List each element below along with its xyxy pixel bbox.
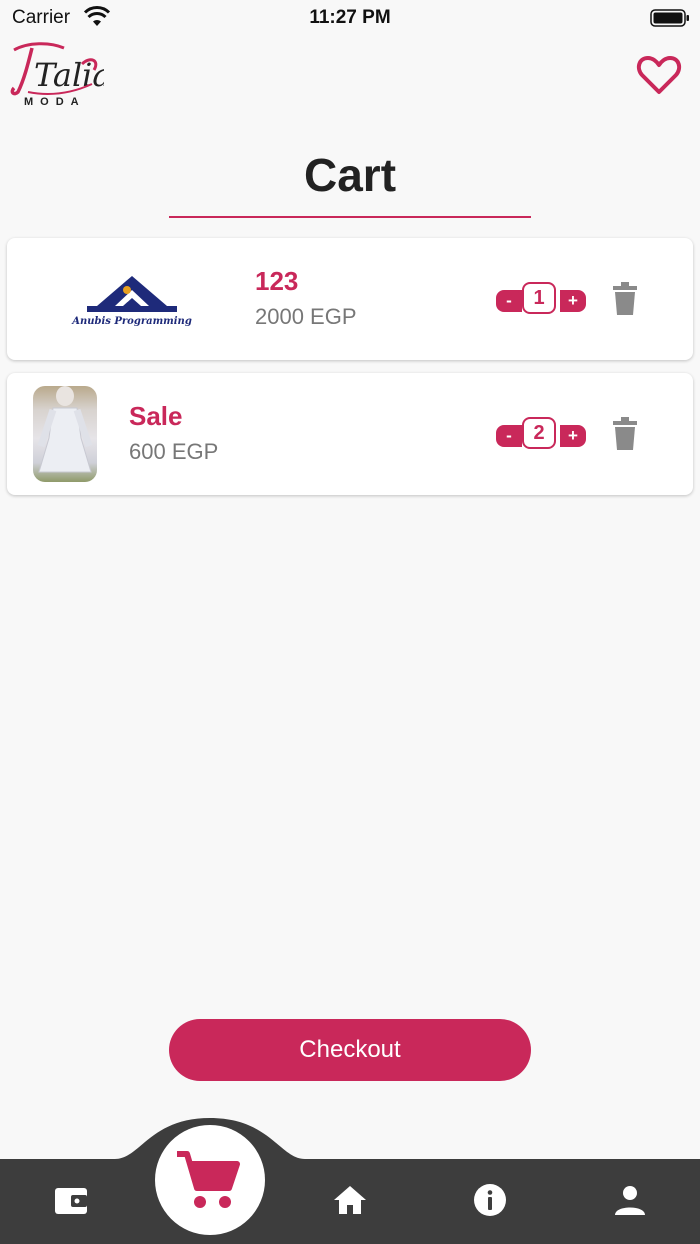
title-underline [169,216,531,218]
heart-outline-icon[interactable] [636,54,682,96]
item-price: 600 EGP [129,439,219,464]
checkout-button[interactable]: Checkout [169,1019,531,1081]
svg-text:Anubis Programming: Anubis Programming [71,316,192,327]
product-image [33,386,97,482]
item-price: 2000 EGP [255,304,357,329]
dress-illustration [37,386,93,473]
increase-quantity-button[interactable]: + [560,290,586,312]
page-title: Cart [303,149,397,201]
quantity-stepper: - 1 + [496,282,586,316]
home-icon[interactable] [332,1182,368,1218]
trash-icon[interactable] [611,282,639,316]
cart-item[interactable]: Anubis Programming 123 2000 EGP - 1 + [7,238,693,360]
battery-icon [650,9,689,27]
cart-icon[interactable] [173,1146,241,1214]
person-icon[interactable] [612,1182,648,1218]
quantity-stepper: - 2 + [496,417,586,451]
info-icon[interactable] [472,1182,508,1218]
decrease-quantity-button[interactable]: - [496,290,522,312]
cart-item[interactable]: Sale 600 EGP - 2 + [7,373,693,495]
wallet-icon[interactable] [53,1182,89,1218]
status-bar: Carrier 11:27 PM [0,0,700,36]
quantity-value: 1 [522,282,556,314]
item-name: 123 [255,266,299,296]
increase-quantity-button[interactable]: + [560,425,586,447]
logo-script-icon: Talia [10,42,111,96]
logo-subtext: MODA [24,96,86,108]
quantity-value: 2 [522,417,556,449]
product-image: Anubis Programming [71,276,192,327]
clock: 11:27 PM [309,7,391,28]
item-name: Sale [129,401,183,431]
decrease-quantity-button[interactable]: - [496,425,522,447]
trash-icon[interactable] [611,417,639,451]
